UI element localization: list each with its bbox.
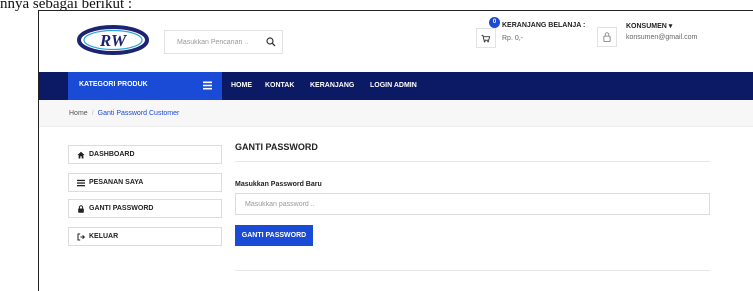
sidebar-item-keluar[interactable]: KELUAR [68,227,222,246]
list-icon [203,81,212,90]
breadcrumb-separator: / [91,110,94,117]
logout-icon [77,233,85,241]
cart-button[interactable] [476,28,496,48]
home-icon [77,151,85,159]
logo-text: RW [99,31,128,50]
cart-total: Rp. 0,- [502,35,524,42]
sidebar-item-label: PESANAN SAYA [89,179,144,186]
change-password-button[interactable]: GANTI PASSWORD [235,225,313,246]
list-icon [77,179,85,187]
nav-link-home[interactable]: HOME [231,82,252,89]
sidebar-item-ganti-password[interactable]: GANTI PASSWORD [68,199,222,218]
user-menu-toggle[interactable]: KONSUMEN ▾ [626,22,672,30]
cart-icon [481,34,491,43]
main-navbar: KATEGORI PRODUK HOME KONTAK KERANJANG LO… [39,72,753,100]
user-email: konsumen@gmail.com [626,34,698,41]
sidebar-item-label: KELUAR [89,233,119,240]
category-menu-button[interactable]: KATEGORI PRODUK [68,72,222,100]
page-title: GANTI PASSWORD [235,142,318,152]
breadcrumb: Home / Ganti Password Customer [69,110,179,117]
form-divider [235,270,710,271]
category-label: KATEGORI PRODUK [79,81,148,88]
browser-page: RW 0 KERANJANG BELANJA : Rp. 0,- KONSUME… [38,10,753,291]
cart-count-badge: 0 [489,17,500,28]
user-icon [603,32,611,42]
search-box [164,30,283,54]
search-input[interactable] [165,31,257,53]
breadcrumb-current[interactable]: Ganti Password Customer [98,110,180,117]
nav-link-login-admin[interactable]: LOGIN ADMIN [370,82,417,89]
title-divider [235,161,710,162]
site-logo[interactable]: RW [77,25,149,55]
breadcrumb-home[interactable]: Home [69,110,88,117]
new-password-input[interactable] [235,193,710,215]
password-field-label: Masukkan Password Baru [235,181,322,188]
sidebar-item-pesanan-saya[interactable]: PESANAN SAYA [68,173,222,192]
sidebar-item-dashboard[interactable]: DASHBOARD [68,145,222,164]
nav-link-keranjang[interactable]: KERANJANG [310,82,354,89]
breadcrumb-bar: Home / Ganti Password Customer [39,100,753,127]
cart-title[interactable]: KERANJANG BELANJA : [502,22,585,29]
sidebar-item-label: DASHBOARD [89,151,135,158]
lock-icon [78,205,84,213]
sidebar-item-label: GANTI PASSWORD [89,205,154,212]
user-avatar[interactable] [597,27,617,47]
search-icon[interactable] [266,37,276,47]
nav-link-kontak[interactable]: KONTAK [265,82,294,89]
